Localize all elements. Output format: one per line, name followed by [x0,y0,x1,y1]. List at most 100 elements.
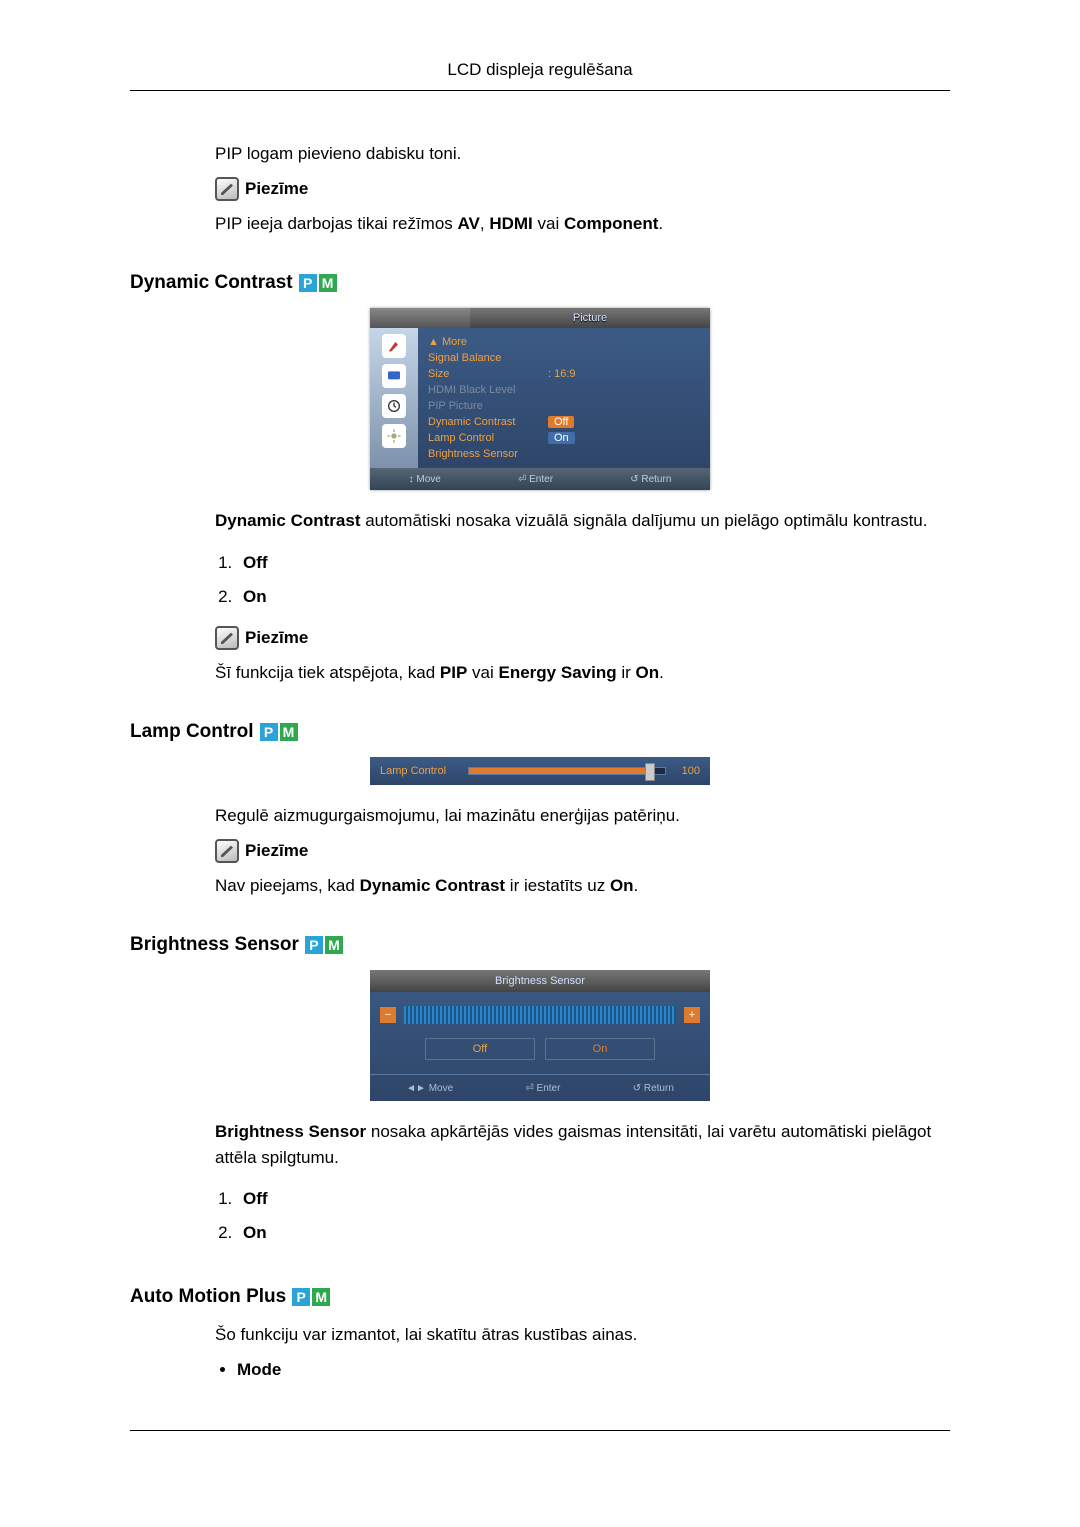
osd-dynamic-contrast[interactable]: Dynamic Contrast [428,416,548,428]
bs-plus-button[interactable]: + [684,1007,700,1023]
osd-tool-icon[interactable] [382,334,406,358]
section-brightness-sensor: Brightness Sensor P M [130,934,950,956]
p-badge-icon: P [305,936,323,954]
osd-brightness-sensor[interactable]: Brightness Sensor [428,448,548,460]
lamp-control-slider-panel: Lamp Control 100 [370,757,710,785]
pm-badge: P M [299,274,337,292]
bs-on-button[interactable]: On [545,1038,655,1060]
text-fragment: ir [617,663,636,682]
text-fragment: . [658,214,663,233]
section-title-text: Brightness Sensor [130,934,299,956]
osd-hdmi-black: HDMI Black Level [428,384,548,396]
text-bold: Brightness Sensor [215,1122,366,1141]
m-badge-icon: M [319,274,337,292]
text-bold: Dynamic Contrast [215,511,360,530]
dynamic-contrast-options: Off On [237,546,950,614]
osd-screen-icon[interactable] [382,364,406,388]
option-off: Off [243,553,268,572]
note-label: Piezīme [245,628,308,648]
page-header-title: LCD displeja regulēšana [130,60,950,91]
brightness-sensor-panel: Brightness Sensor − + Off On ◄► Move ⏎ E… [370,970,710,1101]
text-fragment: . [634,876,639,895]
section-title-text: Dynamic Contrast [130,272,293,294]
mode-component: Component [564,214,658,233]
auto-motion-plus-bullets: Mode [237,1360,950,1380]
osd-clock-icon[interactable] [382,394,406,418]
note-icon [215,839,239,863]
osd-footer-enter: ⏎ Enter [518,474,553,485]
text-fragment: PIP ieeja darbojas tikai režīmos [215,214,458,233]
auto-motion-plus-desc: Šo funkciju var izmantot, lai skatītu āt… [215,1322,950,1348]
text-fragment: Nav pieejams, kad [215,876,360,895]
mode-av: AV [458,214,480,233]
section-auto-motion-plus: Auto Motion Plus P M [130,1286,950,1308]
section-dynamic-contrast: Dynamic Contrast P M [130,272,950,294]
bs-footer-enter: ⏎ Enter [525,1083,560,1094]
text-bold: Energy Saving [499,663,617,682]
p-badge-icon: P [260,723,278,741]
osd-pip-picture: PIP Picture [428,400,548,412]
osd-size-value: : 16:9 [548,368,576,380]
p-badge-icon: P [292,1288,310,1306]
text-fragment: , [480,214,489,233]
text-fragment: vai [467,663,498,682]
pm-badge: P M [260,723,298,741]
pip-input-note: PIP ieeja darbojas tikai režīmos AV, HDM… [215,211,950,237]
lamp-control-note: Nav pieejams, kad Dynamic Contrast ir ie… [215,873,950,899]
option-off: Off [243,1189,268,1208]
bs-minus-button[interactable]: − [380,1007,396,1023]
osd-size[interactable]: Size [428,368,548,380]
text-bold: On [636,663,660,682]
text-fragment: ir iestatīts uz [505,876,610,895]
pm-badge: P M [305,936,343,954]
lamp-control-desc: Regulē aizmugurgaismojumu, lai mazinātu … [215,803,950,829]
text-fragment: automātiski nosaka vizuālā signāla dalīj… [360,511,927,530]
lamp-control-value: 100 [674,765,700,777]
bs-level-bar[interactable] [404,1006,676,1024]
text-bold: PIP [440,663,467,682]
note-label: Piezīme [245,179,308,199]
section-title-text: Lamp Control [130,721,254,743]
m-badge-icon: M [312,1288,330,1306]
osd-signal-balance[interactable]: Signal Balance [428,352,548,364]
option-on: On [243,1223,267,1242]
bs-panel-title: Brightness Sensor [370,970,710,992]
bs-off-button[interactable]: Off [425,1038,535,1060]
lamp-control-slider-label: Lamp Control [380,765,460,777]
bullet-mode: Mode [237,1360,281,1379]
osd-footer-return: ↺ Return [630,474,671,485]
m-badge-icon: M [280,723,298,741]
osd-list: ▲ More Signal Balance Size: 16:9 HDMI Bl… [418,328,710,468]
text-fragment: . [659,663,664,682]
m-badge-icon: M [325,936,343,954]
note-label: Piezīme [245,841,308,861]
dynamic-contrast-note: Šī funkcija tiek atspējota, kad PIP vai … [215,660,950,686]
slider-thumb[interactable] [645,763,655,781]
lamp-control-slider[interactable] [468,767,666,775]
text-bold: On [610,876,634,895]
slider-fill [469,768,645,774]
p-badge-icon: P [299,274,317,292]
osd-dynamic-contrast-value[interactable]: Off [548,416,574,428]
section-title-text: Auto Motion Plus [130,1286,286,1308]
brightness-sensor-options: Off On [237,1182,950,1250]
osd-tab-picture[interactable]: Picture [470,308,710,328]
option-on: On [243,587,267,606]
text-fragment: vai [533,214,564,233]
bs-footer-return: ↺ Return [633,1083,674,1094]
osd-gear-icon[interactable] [382,424,406,448]
section-lamp-control: Lamp Control P M [130,721,950,743]
page-footer-rule [130,1430,950,1431]
text-fragment: Šī funkcija tiek atspējota, kad [215,663,440,682]
text-bold: Dynamic Contrast [360,876,505,895]
osd-lamp-control[interactable]: Lamp Control [428,432,548,444]
osd-lamp-control-value[interactable]: On [548,432,575,444]
note-icon [215,626,239,650]
osd-more[interactable]: ▲ More [428,336,548,348]
bs-footer-move: ◄► Move [406,1083,453,1094]
osd-picture-menu: Picture ▲ More Signal Balance Size: 16:9… [370,308,710,490]
note-icon [215,177,239,201]
brightness-sensor-desc: Brightness Sensor nosaka apkārtējās vide… [215,1119,950,1170]
osd-footer-move: ↕ Move [409,474,441,485]
dynamic-contrast-desc: Dynamic Contrast automātiski nosaka vizu… [215,508,950,534]
